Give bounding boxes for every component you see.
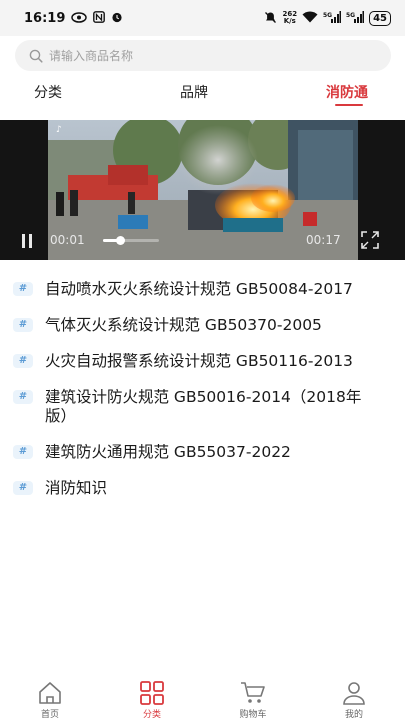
cart-icon	[241, 682, 265, 703]
hashtag-icon: #	[13, 390, 33, 404]
nav-home-label: 首页	[40, 710, 59, 720]
topic-list: # 自动喷水灭火系统设计规范 GB50084-2017 # 气体灭火系统设计规范…	[0, 280, 405, 498]
nfc-icon	[93, 11, 106, 25]
user-icon	[343, 682, 365, 705]
nav-category[interactable]: 分类	[122, 680, 182, 720]
pause-button[interactable]	[22, 234, 34, 248]
video-progress-bar[interactable]	[103, 236, 159, 245]
list-item[interactable]: # 自动喷水灭火系统设计规范 GB50084-2017	[0, 280, 405, 299]
list-item[interactable]: # 火灾自动报警系统设计规范 GB50116-2013	[0, 352, 405, 371]
list-item[interactable]: # 消防知识	[0, 479, 405, 498]
svg-text:♪: ♪	[56, 125, 62, 135]
search-input[interactable]	[49, 48, 349, 63]
search-bar[interactable]	[15, 40, 391, 71]
hashtag-icon: #	[13, 318, 33, 332]
signal-5g-icon: 5G	[323, 11, 342, 25]
list-item-title: 建筑防火通用规范 GB55037-2022	[45, 443, 291, 461]
wifi-icon	[302, 11, 318, 25]
nav-home[interactable]: 首页	[20, 680, 80, 720]
battery-indicator: 45	[369, 10, 391, 26]
status-bar: 16:19 262 K/s 5G 5G 45	[0, 0, 405, 36]
home-icon	[39, 682, 61, 704]
network-speed: 262 K/s	[282, 11, 297, 25]
category-tabs: 分类 品牌 消防通	[0, 78, 405, 108]
hashtag-icon: #	[13, 282, 33, 296]
search-icon	[29, 49, 43, 63]
video-duration: 00:17	[306, 233, 341, 247]
network-speed-unit: K/s	[283, 17, 296, 25]
nav-cart[interactable]: 购物车	[223, 680, 283, 720]
active-tab-indicator	[335, 104, 363, 106]
nav-profile[interactable]: 我的	[324, 680, 384, 720]
list-item[interactable]: # 气体灭火系统设计规范 GB50370-2005	[0, 316, 405, 335]
signal-5g-icon-2: 5G	[346, 11, 365, 25]
status-time: 16:19	[24, 10, 66, 26]
bottom-nav: 首页 分类 购物车 我的	[0, 674, 405, 720]
tab-category[interactable]: 分类	[34, 82, 62, 102]
list-item-title: 气体灭火系统设计规范 GB50370-2005	[45, 316, 322, 334]
alarm-icon	[111, 11, 123, 25]
tab-brand[interactable]: 品牌	[180, 82, 208, 102]
svg-text:5G: 5G	[346, 12, 355, 19]
nav-cart-label: 购物车	[239, 710, 267, 720]
hashtag-icon: #	[13, 354, 33, 368]
video-progress-knob[interactable]	[115, 236, 125, 245]
video-current-time: 00:01	[50, 233, 85, 247]
hashtag-icon: #	[13, 481, 33, 495]
list-item-title: 消防知识	[45, 479, 108, 497]
nav-profile-label: 我的	[344, 710, 363, 720]
hashtag-icon: #	[13, 445, 33, 459]
nav-category-label: 分类	[142, 710, 161, 720]
svg-text:5G: 5G	[323, 12, 332, 19]
list-item[interactable]: # 建筑设计防火规范 GB50016-2014（2018年版）	[0, 388, 405, 426]
category-icon	[140, 681, 164, 705]
list-item-title: 建筑设计防火规范 GB50016-2014（2018年版）	[45, 388, 362, 425]
video-player[interactable]: ♪ 00:01 00:17	[0, 120, 405, 260]
list-item[interactable]: # 建筑防火通用规范 GB55037-2022	[0, 443, 405, 462]
list-item-title: 火灾自动报警系统设计规范 GB50116-2013	[45, 352, 353, 370]
list-item-title: 自动喷水灭火系统设计规范 GB50084-2017	[45, 280, 353, 298]
fullscreen-icon[interactable]	[361, 231, 379, 249]
eye-icon	[71, 11, 88, 25]
mute-icon	[264, 11, 277, 26]
tab-fire-protection[interactable]: 消防通	[326, 82, 368, 102]
